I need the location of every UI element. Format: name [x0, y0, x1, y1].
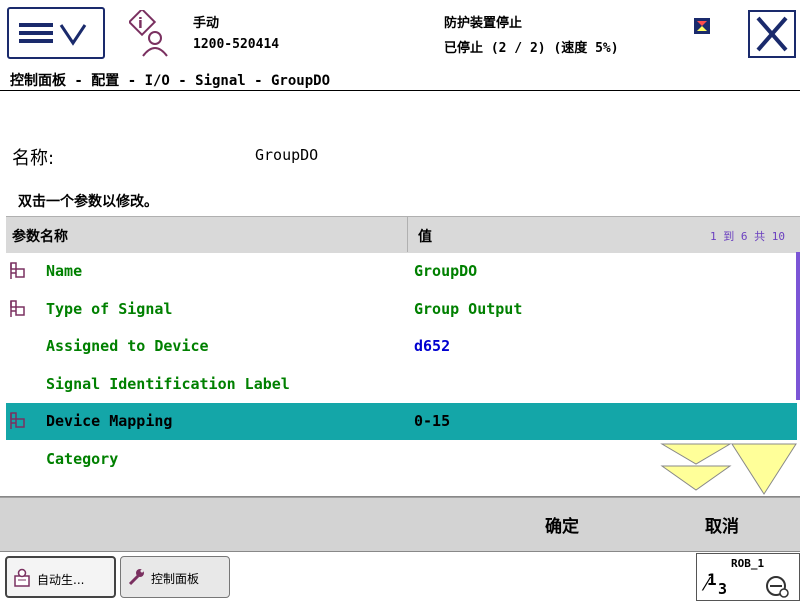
breadcrumb: 控制面板 - 配置 - I/O - Signal - GroupDO: [10, 73, 331, 89]
pager-text: 1 到 6 共 10: [710, 230, 785, 243]
task-control-panel[interactable]: 控制面板: [120, 556, 230, 598]
wrench-icon: [128, 569, 144, 586]
close-button[interactable]: [748, 10, 796, 58]
action-bar: [0, 497, 800, 551]
robot-name: ROB_1: [731, 557, 765, 570]
breadcrumb-divider: [0, 90, 800, 91]
name-label: 名称:: [12, 148, 55, 169]
task-auto-generate-label: 自动生...: [37, 573, 85, 587]
scroll-down-icon[interactable]: [731, 443, 797, 495]
production-window-icon: [14, 568, 30, 587]
status-info-icon[interactable]: i: [127, 7, 173, 58]
parameter-value: Group Output: [414, 300, 523, 318]
parameter-value: GroupDO: [414, 262, 478, 280]
parameter-name: Type of Signal: [46, 300, 173, 318]
parameter-name: Assigned to Device: [46, 337, 209, 355]
page-down-icon[interactable]: [660, 443, 732, 491]
table-row[interactable]: Type of Signal Group Output: [6, 291, 797, 328]
run-status-text: 已停止 (2 / 2) (速度 5%): [444, 41, 619, 56]
column-divider: [407, 216, 408, 252]
ok-button[interactable]: 确定: [545, 512, 579, 537]
jog-mode-icon: [766, 576, 789, 598]
safety-status-text: 防护装置停止: [444, 16, 523, 31]
parameter-name: Name: [46, 262, 83, 280]
parameter-required-icon: [8, 411, 26, 435]
fraction-slash: ⁄: [705, 574, 709, 595]
table-header: [6, 216, 800, 253]
robot-status-panel[interactable]: ROB_1 1 ⁄ 3: [696, 553, 800, 601]
hamburger-icon: [19, 23, 87, 46]
top-bar: [0, 0, 800, 63]
parameter-name: Device Mapping: [46, 412, 173, 430]
cancel-button[interactable]: 取消: [705, 512, 739, 537]
table-row[interactable]: Device Mapping 0-15: [6, 403, 797, 440]
mode-text: 手动: [193, 16, 220, 31]
instruction-text: 双击一个参数以修改。: [18, 194, 158, 210]
parameter-name: Category: [46, 450, 119, 468]
task-control-panel-label: 控制面板: [151, 572, 200, 586]
column-header-name: 参数名称: [12, 229, 68, 245]
quickset-icon[interactable]: [693, 17, 711, 35]
scrollbar[interactable]: [796, 252, 800, 400]
table-row[interactable]: Signal Identification Label: [6, 366, 797, 403]
parameter-required-icon: [8, 261, 26, 285]
scroll-down-buttons: [660, 440, 800, 496]
svg-text:i: i: [138, 16, 143, 32]
parameter-name: Signal Identification Label: [46, 375, 290, 393]
task-auto-generate[interactable]: 自动生...: [5, 556, 116, 598]
system-id-text: 1200-520414: [193, 37, 280, 52]
name-value: GroupDO: [255, 146, 319, 164]
parameter-required-icon: [8, 299, 26, 323]
table-row[interactable]: Name GroupDO: [6, 253, 797, 290]
fraction-denominator: 3: [718, 580, 728, 598]
column-header-value: 值: [418, 229, 432, 245]
parameter-value: 0-15: [414, 412, 451, 430]
parameter-value: d652: [414, 337, 451, 355]
table-row[interactable]: Assigned to Device d652: [6, 328, 797, 365]
close-icon: [756, 16, 788, 52]
main-menu-button[interactable]: [7, 7, 105, 59]
fraction-numerator: 1: [707, 570, 717, 589]
